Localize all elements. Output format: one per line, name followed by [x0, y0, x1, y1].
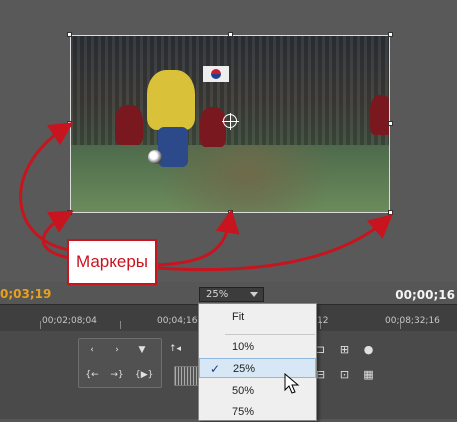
check-icon: ✓	[210, 362, 221, 376]
zoom-option-label: 50%	[232, 385, 255, 397]
add-marker-icon[interactable]: ▼	[135, 344, 149, 356]
ruler-tick	[120, 321, 121, 329]
duration-timecode: 00;00;16	[395, 288, 455, 302]
previous-marker-icon[interactable]: ↑◂	[168, 343, 182, 355]
output-icon[interactable]: ●	[361, 343, 376, 356]
zoom-option-label: 75%	[232, 406, 255, 418]
ruler-tick	[40, 321, 41, 329]
arrow-to-bottom-center	[157, 209, 240, 267]
trim-icon[interactable]: ⊡	[337, 368, 352, 381]
zoom-level-value: 25%	[206, 289, 229, 300]
mark-in-icon[interactable]: ‹	[85, 344, 99, 356]
zoom-option-75[interactable]: 75%	[199, 402, 316, 422]
zoom-level-select[interactable]: 25%	[199, 287, 264, 302]
chevron-down-icon	[250, 292, 258, 297]
current-timecode[interactable]: 0;03;19	[0, 287, 51, 301]
zoom-option-label: 25%	[233, 363, 256, 375]
arrow-to-bottom-left	[41, 210, 74, 260]
safe-margins-icon[interactable]: ⊞	[337, 343, 352, 356]
ruler-label: 00;04;16	[157, 316, 198, 326]
zoom-option-10[interactable]: 10%	[199, 337, 316, 357]
menu-separator	[225, 334, 315, 335]
multicam-icon[interactable]: ▦	[361, 368, 376, 381]
zoom-option-fit[interactable]: Fit	[199, 307, 316, 327]
play-in-to-out-icon[interactable]: {▶}	[135, 369, 153, 381]
zoom-option-label: 10%	[232, 341, 255, 353]
ruler-label: 00;02;08;04	[42, 316, 97, 326]
zoom-dropdown-menu: Fit 10% ✓ 25% 50% 75%	[198, 303, 317, 421]
zoom-option-label: Fit	[232, 311, 245, 323]
arrow-to-bottom-right	[157, 214, 393, 272]
mark-out-icon[interactable]: ›	[110, 344, 124, 356]
ruler-label: 12	[317, 316, 329, 326]
markers-callout: Маркеры	[67, 239, 157, 285]
mouse-cursor-icon	[284, 373, 300, 394]
ruler-label: 00;08;32;16	[385, 316, 440, 326]
go-to-out-icon[interactable]: →}	[110, 369, 124, 381]
go-to-in-icon[interactable]: {←	[85, 369, 99, 381]
